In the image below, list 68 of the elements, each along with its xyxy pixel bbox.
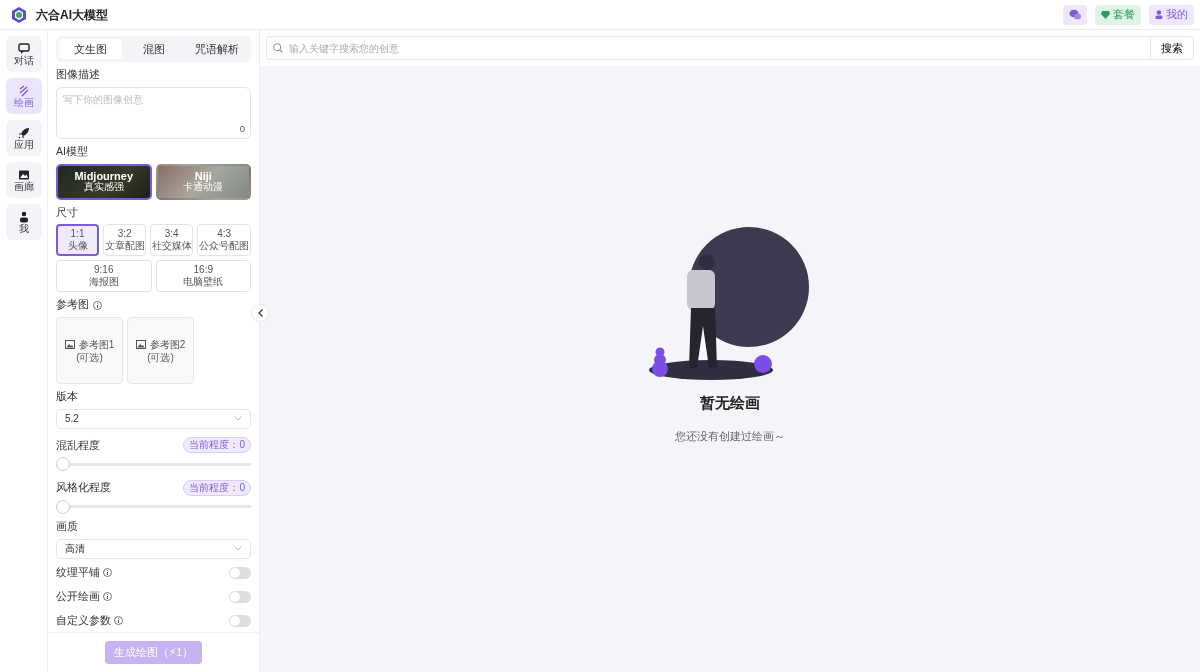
nav-item[interactable]: 对话 [5,36,42,72]
size-option[interactable]: 3:4 社交媒体 [150,224,194,257]
toggle-switch[interactable] [229,590,251,603]
model-subtitle: 卡通动漫 [183,182,224,194]
chevron-down-icon [234,416,242,422]
toggle-switch[interactable] [229,566,251,579]
info-icon [93,300,102,310]
model-name: Niji [194,169,212,182]
profile-button[interactable]: 我的 [1149,4,1194,25]
select-field[interactable]: 5.2 [56,408,251,429]
character-count: 0 [239,121,245,136]
reference-upload[interactable]: 参考图1 (可选) [56,317,123,384]
tab[interactable]: 文生图 [59,39,122,59]
chat-bubbles-icon [1069,9,1081,20]
field-label: AI模型 [56,143,89,159]
search-field[interactable]: 输入关键字搜索您的创意 [266,36,1151,60]
empty-title: 暂无绘画 [700,393,760,413]
slider-thumb[interactable] [56,457,70,472]
slider-reading: 当前程度：0 [183,479,251,496]
nav-item[interactable]: 应用 [5,120,42,156]
reference-upload[interactable]: 参考图2 (可选) [127,317,194,384]
tab[interactable]: 混图 [122,39,185,59]
image-icon [64,339,75,349]
toggle-label: 自定义参数 [56,612,111,628]
info-icon [103,568,112,577]
nav-item[interactable]: 绘画 [5,78,42,114]
info-icon [114,616,123,625]
field-label: 尺寸 [56,204,79,220]
nav-item[interactable]: 我 [5,204,42,240]
logo-icon [10,5,28,24]
field-label: 参考图 [56,297,89,313]
wechat-button[interactable] [1063,4,1087,25]
field-label: 图像描述 [56,67,101,82]
search-button[interactable]: 搜索 [1151,36,1194,60]
brush-icon [17,84,30,97]
model-card[interactable]: Midjourney 真实感强 [56,163,152,200]
rocket-icon [17,126,30,139]
toggle-switch[interactable] [229,614,251,627]
slider-label: 混乱程度 [56,437,100,453]
toggle-label: 纹理平铺 [56,564,100,580]
size-option[interactable]: 16:9 电脑壁纸 [155,260,251,293]
size-option[interactable]: 1:1 头像 [56,224,100,257]
user-icon [1155,10,1163,19]
size-option[interactable]: 3:2 文章配图 [103,224,147,257]
user-icon [17,210,30,223]
info-icon [103,592,112,601]
size-option[interactable]: 4:3 公众号配图 [197,224,251,257]
model-subtitle: 真实感强 [83,182,124,194]
empty-message: 您还没有创建过绘画～ [675,428,785,444]
field-label: 画质 [56,518,79,534]
field-label: 版本 [56,389,79,404]
size-option[interactable]: 9:16 海报图 [56,260,152,293]
toggle-label: 公开绘画 [56,588,100,604]
nav-item[interactable]: 画廊 [5,162,42,198]
chevron-left-icon [257,309,263,317]
app-title: 六合AI大模型 [36,6,108,24]
image-icon [135,339,146,349]
tab[interactable]: 咒语解析 [185,39,248,59]
model-name: Midjourney [74,169,134,182]
select-field[interactable]: 高清 [56,538,251,559]
slider-reading: 当前程度：0 [183,437,251,453]
chat-bubble-icon [17,42,30,55]
image-icon [17,168,30,181]
slider-label: 风格化程度 [56,480,111,496]
gem-icon [1101,10,1110,19]
slider-thumb[interactable] [56,499,70,514]
chevron-down-icon [234,546,242,551]
collapse-panel-button[interactable] [251,304,269,322]
